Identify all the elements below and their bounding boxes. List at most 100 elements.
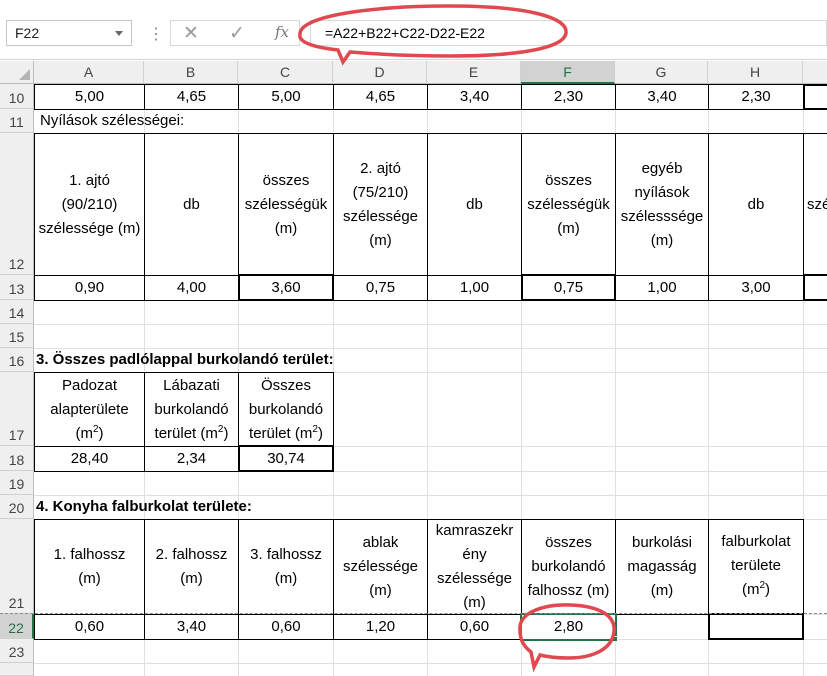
select-all-button[interactable]: [0, 61, 34, 84]
column-header-c[interactable]: C: [238, 61, 333, 84]
row-header-10[interactable]: 10: [0, 84, 34, 109]
row-header-11[interactable]: 11: [0, 109, 34, 133]
cancel-icon[interactable]: ✕: [183, 22, 199, 45]
header-cell-b12[interactable]: db: [144, 133, 239, 276]
cell-c18[interactable]: 30,74: [238, 445, 334, 472]
cell-a10[interactable]: 5,00: [34, 84, 145, 110]
header-cell-b17[interactable]: Lábazati burkolandó terület (m2): [144, 372, 239, 447]
header-line: (m): [180, 570, 203, 587]
fill-handle[interactable]: [612, 636, 618, 642]
row-header-20[interactable]: 20: [0, 495, 34, 519]
row-header-12[interactable]: 12: [0, 133, 34, 275]
row-header-17[interactable]: 17: [0, 372, 34, 446]
cell-g13[interactable]: 1,00: [615, 275, 709, 301]
header-cell-i12[interactable]: szé: [803, 133, 827, 276]
header-cell-h21[interactable]: falburkolat területe (m2): [708, 519, 804, 615]
cell-d13[interactable]: 0,75: [333, 275, 428, 301]
cell-f13[interactable]: 0,75: [521, 274, 616, 301]
column-header-g[interactable]: G: [615, 61, 708, 84]
header-cell-a17[interactable]: Padozat alapterülete (m2): [34, 372, 145, 447]
header-cell-a12[interactable]: 1. ajtó (90/210) szélessége (m): [34, 133, 145, 276]
row-header-21[interactable]: 21: [0, 519, 34, 614]
header-cell-f21[interactable]: összes burkolandó falhossz (m): [521, 519, 616, 615]
header-line-unit: terület (m2): [155, 422, 229, 446]
cell-a18[interactable]: 28,40: [34, 446, 145, 472]
cell-e10[interactable]: 3,40: [427, 84, 522, 110]
row-header-24[interactable]: [0, 663, 34, 676]
header-cell-e21[interactable]: kamraszekr ény szélessége (m): [427, 519, 522, 615]
header-line: db: [183, 195, 200, 213]
header-cell-h12[interactable]: db: [708, 133, 804, 276]
cell-b10[interactable]: 4,65: [144, 84, 239, 110]
cell-h22[interactable]: [708, 613, 804, 640]
active-cell-selection[interactable]: [520, 613, 617, 641]
row-header-18[interactable]: 18: [0, 446, 34, 471]
header-cell-d21[interactable]: ablak szélessége (m): [333, 519, 428, 615]
row-header-23[interactable]: 23: [0, 639, 34, 663]
header-line: Padozat: [61, 376, 118, 394]
header-line: összes: [545, 171, 592, 189]
column-header-f[interactable]: F: [521, 61, 615, 84]
header-line: szélességük: [244, 195, 328, 213]
cell-a22[interactable]: 0,60: [34, 614, 145, 640]
cell-b22[interactable]: 3,40: [144, 614, 239, 640]
row-header-22[interactable]: 22: [0, 614, 34, 639]
chevron-down-icon[interactable]: [115, 31, 123, 36]
cell-e22[interactable]: 0,60: [427, 614, 522, 640]
worksheet-grid[interactable]: 5,00 4,65 5,00 4,65 3,40 2,30 3,40 2,30 …: [34, 84, 827, 676]
header-line: összes: [262, 171, 310, 189]
header-cell-c12[interactable]: összes szélességük (m): [238, 133, 334, 276]
header-cell-b21[interactable]: 2. falhossz (m): [144, 519, 239, 615]
header-line: szélessége: [342, 558, 419, 575]
formula-input[interactable]: =A22+B22+C22-D22-E22: [310, 20, 827, 46]
cell-d22[interactable]: 1,20: [333, 614, 428, 640]
cell-i10[interactable]: [803, 84, 827, 110]
row-header-13[interactable]: 13: [0, 275, 34, 300]
header-cell-g12[interactable]: egyéb nyílások szélesssége (m): [615, 133, 709, 276]
cell-g22[interactable]: [615, 614, 709, 640]
cell-i13[interactable]: [803, 274, 827, 301]
header-cell-e12[interactable]: db: [427, 133, 522, 276]
unit-close: ): [765, 581, 771, 598]
cell-c13[interactable]: 3,60: [238, 274, 334, 301]
column-header-a[interactable]: A: [34, 61, 144, 84]
header-cell-c21[interactable]: 3. falhossz (m): [238, 519, 334, 615]
header-line: 1. falhossz: [53, 546, 126, 563]
header-line: 3. falhossz: [250, 546, 322, 563]
cell-h10[interactable]: 2,30: [708, 84, 804, 110]
cell-b18[interactable]: 2,34: [144, 446, 239, 472]
unit-close: ): [98, 424, 104, 442]
cell-a13[interactable]: 0,90: [34, 275, 145, 301]
header-cell-a21[interactable]: 1. falhossz (m): [34, 519, 145, 615]
row-header-15[interactable]: 15: [0, 324, 34, 348]
cell-f10[interactable]: 2,30: [521, 84, 616, 110]
insert-function-icon[interactable]: fx: [275, 23, 289, 41]
cell-c22[interactable]: 0,60: [238, 614, 334, 640]
header-cell-g21[interactable]: burkolási magasság (m): [615, 519, 709, 615]
column-header-d[interactable]: D: [333, 61, 427, 84]
select-all-triangle-icon: [19, 69, 30, 80]
name-box[interactable]: F22: [6, 20, 132, 46]
cell-d10[interactable]: 4,65: [333, 84, 428, 110]
unit-close: ): [223, 424, 229, 442]
more-options-icon[interactable]: ⋮: [148, 24, 164, 44]
header-line: (m): [78, 570, 101, 587]
column-header-b[interactable]: B: [144, 61, 238, 84]
cell-g10[interactable]: 3,40: [615, 84, 709, 110]
cell-b13[interactable]: 4,00: [144, 275, 239, 301]
cell-h13[interactable]: 3,00: [708, 275, 804, 301]
cell-e13[interactable]: 1,00: [427, 275, 522, 301]
header-cell-d12[interactable]: 2. ajtó (75/210) szélessége (m): [333, 133, 428, 276]
row-header-14[interactable]: 14: [0, 300, 34, 324]
column-header-i[interactable]: [803, 61, 827, 84]
column-header-e[interactable]: E: [427, 61, 521, 84]
row-header-16[interactable]: 16: [0, 348, 34, 372]
enter-check-icon[interactable]: ✓: [229, 22, 245, 45]
header-cell-f12[interactable]: összes szélességük (m): [521, 133, 616, 276]
header-cell-c17[interactable]: Összes burkolandó terület (m2): [238, 372, 334, 447]
column-header-h[interactable]: H: [708, 61, 803, 84]
cell-c10[interactable]: 5,00: [238, 84, 334, 110]
header-line: (m): [463, 594, 486, 611]
header-line: falhossz (m): [527, 582, 610, 599]
row-header-19[interactable]: 19: [0, 471, 34, 495]
